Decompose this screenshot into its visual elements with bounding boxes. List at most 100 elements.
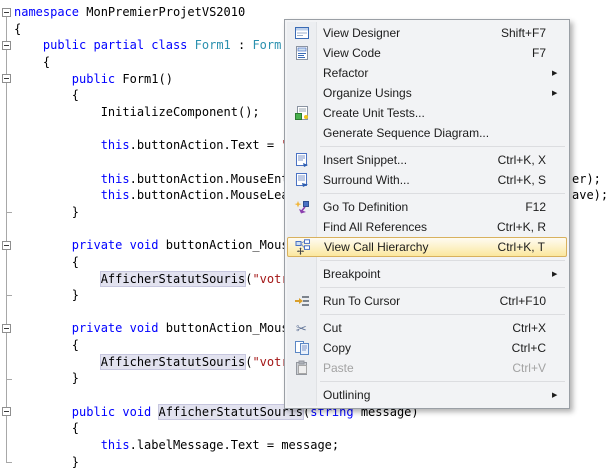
- menu-item-view-call-hierarchy[interactable]: View Call HierarchyCtrl+K, T: [287, 237, 567, 257]
- submenu-arrow-icon: ▶: [552, 391, 567, 399]
- collapse-region-icon[interactable]: [2, 74, 11, 83]
- code-text: .buttonAction.Text =: [130, 138, 282, 152]
- menu-item-run-to-cursor[interactable]: Run To CursorCtrl+F10: [287, 291, 567, 311]
- vs2010-editor-window: namespace MonPremierProjetVS2010{ public…: [0, 0, 609, 473]
- code-text: [14, 355, 101, 369]
- menu-item-label: Paste: [316, 361, 512, 375]
- code-text: }: [14, 288, 79, 302]
- run-to-cursor-icon: [287, 293, 316, 309]
- menu-item-outlining[interactable]: Outlining▶: [287, 385, 567, 405]
- menu-item-label: Insert Snippet...: [316, 153, 498, 167]
- surround-with-icon: [287, 172, 316, 188]
- collapse-region-icon[interactable]: [2, 41, 11, 50]
- cut-icon: ✂: [287, 322, 316, 335]
- menu-item-label: Copy: [316, 341, 512, 355]
- menu-item-label: Run To Cursor: [316, 294, 500, 308]
- menu-item-shortcut: Ctrl+K, T: [498, 240, 551, 254]
- menu-item-create-unit-tests[interactable]: Create Unit Tests...: [287, 103, 567, 123]
- menu-item-copy[interactable]: CopyCtrl+C: [287, 338, 567, 358]
- view-code-icon: [287, 45, 316, 61]
- menu-item-label: View Code: [316, 46, 532, 60]
- code-text: public: [72, 72, 115, 86]
- code-text: Form1(): [115, 72, 173, 86]
- code-text: public partial class: [43, 38, 188, 52]
- submenu-arrow-icon: ▶: [552, 270, 567, 278]
- menu-separator: [320, 381, 565, 382]
- code-line[interactable]: this.labelMessage.Text = message;: [14, 437, 609, 454]
- outline-end-tick: [6, 462, 12, 463]
- code-text: private void: [72, 238, 159, 252]
- insert-snippet-icon: [287, 152, 316, 168]
- code-text: this: [101, 138, 130, 152]
- outline-end-tick: [6, 295, 12, 296]
- menu-item-go-to-definition[interactable]: Go To DefinitionF12: [287, 197, 567, 217]
- menu-item-organize-usings[interactable]: Organize Usings ▶: [287, 83, 567, 103]
- code-text: Form: [252, 38, 281, 52]
- collapse-region-icon[interactable]: [2, 324, 11, 333]
- code-text: [14, 38, 43, 52]
- menu-item-cut[interactable]: ✂CutCtrl+X: [287, 318, 567, 338]
- menu-item-breakpoint[interactable]: Breakpoint▶: [287, 264, 567, 284]
- code-text: .labelMessage.Text = message;: [130, 438, 340, 452]
- submenu-arrow-icon: ▶: [552, 69, 567, 77]
- menu-item-view-designer[interactable]: View DesignerShift+F7: [287, 23, 567, 43]
- menu-item-shortcut: Ctrl+X: [512, 321, 552, 335]
- outline-end-tick: [6, 379, 12, 380]
- code-text: InitializeComponent();: [14, 105, 260, 119]
- code-text: [14, 72, 72, 86]
- menu-item-label: Create Unit Tests...: [316, 106, 546, 120]
- code-text: buttonAction_Mous: [159, 238, 289, 252]
- code-text: {: [14, 255, 79, 269]
- menu-item-label: Refactor: [316, 66, 546, 80]
- menu-item-label: View Designer: [316, 26, 501, 40]
- code-text: .buttonAction.MouseLeav: [130, 188, 296, 202]
- code-text: [14, 272, 101, 286]
- code-line[interactable]: {: [14, 420, 609, 437]
- menu-item-shortcut: F7: [532, 46, 552, 60]
- code-text: [14, 321, 72, 335]
- menu-item-shortcut: Ctrl+V: [512, 361, 552, 375]
- outline-margin: [0, 0, 14, 473]
- code-text: {: [14, 88, 79, 102]
- code-overflow-tail[interactable]: ave);: [572, 187, 608, 204]
- menu-item-view-code[interactable]: View CodeF7: [287, 43, 567, 63]
- collapse-region-icon[interactable]: [2, 241, 11, 250]
- code-text: [14, 438, 101, 452]
- code-text: }: [14, 205, 79, 219]
- menu-item-generate-sequence-diagram[interactable]: Generate Sequence Diagram...: [287, 123, 567, 143]
- menu-item-shortcut: Ctrl+C: [512, 341, 552, 355]
- code-text: [151, 405, 158, 419]
- menu-item-label: Organize Usings: [316, 86, 546, 100]
- code-text: }: [14, 371, 79, 385]
- menu-separator: [320, 193, 565, 194]
- collapse-region-icon[interactable]: [2, 8, 11, 17]
- menu-separator: [320, 287, 565, 288]
- view-designer-icon: [287, 25, 316, 41]
- menu-item-paste[interactable]: PasteCtrl+V: [287, 358, 567, 378]
- menu-item-refactor[interactable]: Refactor ▶: [287, 63, 567, 83]
- submenu-arrow-icon: ▶: [552, 89, 567, 97]
- menu-item-find-all-references[interactable]: Find All ReferencesCtrl+K, R: [287, 217, 567, 237]
- highlighted-reference: AfficherStatutSouris: [101, 272, 246, 286]
- code-text: [14, 172, 101, 186]
- menu-item-shortcut: Shift+F7: [501, 26, 552, 40]
- paste-icon: [287, 360, 316, 376]
- code-text: [14, 405, 72, 419]
- menu-item-label: Go To Definition: [316, 200, 525, 214]
- collapse-region-icon[interactable]: [2, 407, 11, 416]
- highlighted-reference: AfficherStatutSouris: [101, 355, 246, 369]
- highlighted-reference: AfficherStatutSouris: [159, 405, 304, 419]
- code-line[interactable]: }: [14, 454, 609, 471]
- menu-item-shortcut: Ctrl+F10: [500, 294, 552, 308]
- copy-icon: [287, 340, 316, 356]
- menu-item-insert-snippet[interactable]: Insert Snippet...Ctrl+K, X: [287, 150, 567, 170]
- code-text: this: [101, 172, 130, 186]
- menu-item-surround-with[interactable]: Surround With...Ctrl+K, S: [287, 170, 567, 190]
- code-overflow-tail[interactable]: er);: [572, 171, 601, 188]
- menu-separator: [320, 314, 565, 315]
- code-text: namespace: [14, 5, 79, 19]
- menu-separator: [320, 260, 565, 261]
- menu-item-label: Surround With...: [316, 173, 498, 187]
- code-text: this: [101, 188, 130, 202]
- code-text: public void: [72, 405, 151, 419]
